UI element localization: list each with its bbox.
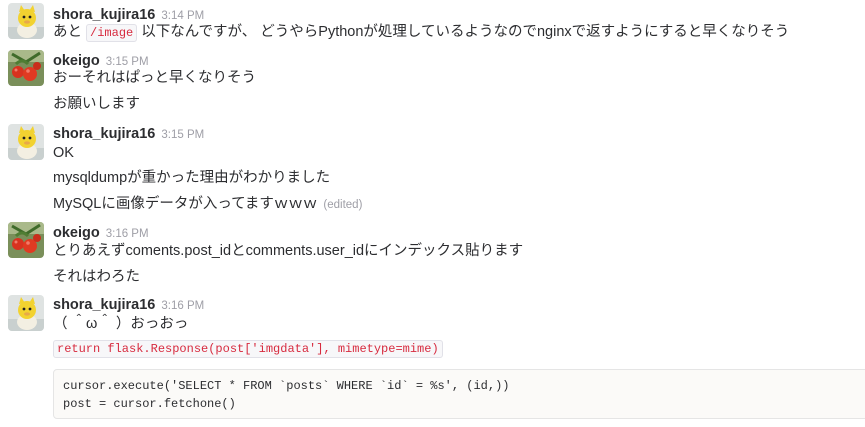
message-text: MySQLに画像データが入ってますｗｗｗ (53, 196, 318, 212)
username[interactable]: okeigo (53, 53, 100, 69)
message-line: return flask.Response(post['imgdata'], m… (53, 338, 443, 359)
yellow-cat-avatar-icon (8, 3, 44, 39)
message-header: shora_kujira16 3:15 PM (53, 125, 204, 143)
tomato-plant-avatar-icon (8, 222, 44, 258)
message-line: おーそれはぱっと早くなりそう (53, 68, 256, 88)
message-header: okeigo 3:16 PM (53, 224, 149, 242)
message-text: OK (53, 145, 74, 161)
message-line: お願いします (53, 94, 140, 114)
code-block: cursor.execute('SELECT * FROM `posts` WH… (53, 369, 865, 419)
message-text: とりあえずcoments.post_idとcomments.user_idにイン… (53, 243, 524, 259)
inline-code: /image (86, 24, 138, 42)
message-text: 以下なんですが、 どうやらPythonが処理しているようなのでnginxで返すよ… (137, 24, 790, 40)
yellow-cat-avatar-icon (8, 295, 44, 331)
avatar-shora[interactable] (8, 124, 44, 160)
edited-label: (edited) (323, 199, 363, 211)
message-text: mysqldumpが重かった理由がわかりました (53, 170, 331, 186)
avatar-shora[interactable] (8, 295, 44, 331)
avatar-okeigo[interactable] (8, 50, 44, 86)
message-line: （ ＾ω＾ ）おっおっ (53, 314, 188, 334)
message-header: shora_kujira16 3:16 PM (53, 296, 204, 314)
inline-code: return flask.Response(post['imgdata'], m… (53, 340, 443, 358)
message-text: あと (53, 24, 87, 40)
message-text: お願いします (53, 96, 140, 112)
username[interactable]: shora_kujira16 (53, 126, 155, 142)
timestamp[interactable]: 3:15 PM (161, 129, 204, 141)
message-line: それはわろた (53, 267, 140, 287)
message-text: おーそれはぱっと早くなりそう (53, 70, 256, 86)
timestamp[interactable]: 3:16 PM (161, 300, 204, 312)
timestamp[interactable]: 3:16 PM (106, 228, 149, 240)
message-line: あと /image 以下なんですが、 どうやらPythonが処理しているようなの… (53, 22, 789, 43)
username[interactable]: shora_kujira16 (53, 7, 155, 23)
message-line: mysqldumpが重かった理由がわかりました (53, 168, 330, 188)
message-line: とりあえずcoments.post_idとcomments.user_idにイン… (53, 241, 523, 261)
tomato-plant-avatar-icon (8, 50, 44, 86)
timestamp[interactable]: 3:15 PM (106, 56, 149, 68)
username[interactable]: shora_kujira16 (53, 297, 155, 313)
message-text: それはわろた (53, 269, 140, 285)
message-line: OK (53, 143, 74, 163)
avatar-shora[interactable] (8, 3, 44, 39)
message-text: （ ＾ω＾ ）おっおっ (53, 316, 189, 332)
avatar-okeigo[interactable] (8, 222, 44, 258)
message-line: MySQLに画像データが入ってますｗｗｗ (edited) (53, 194, 362, 215)
username[interactable]: okeigo (53, 225, 100, 241)
yellow-cat-avatar-icon (8, 124, 44, 160)
timestamp[interactable]: 3:14 PM (161, 10, 204, 22)
